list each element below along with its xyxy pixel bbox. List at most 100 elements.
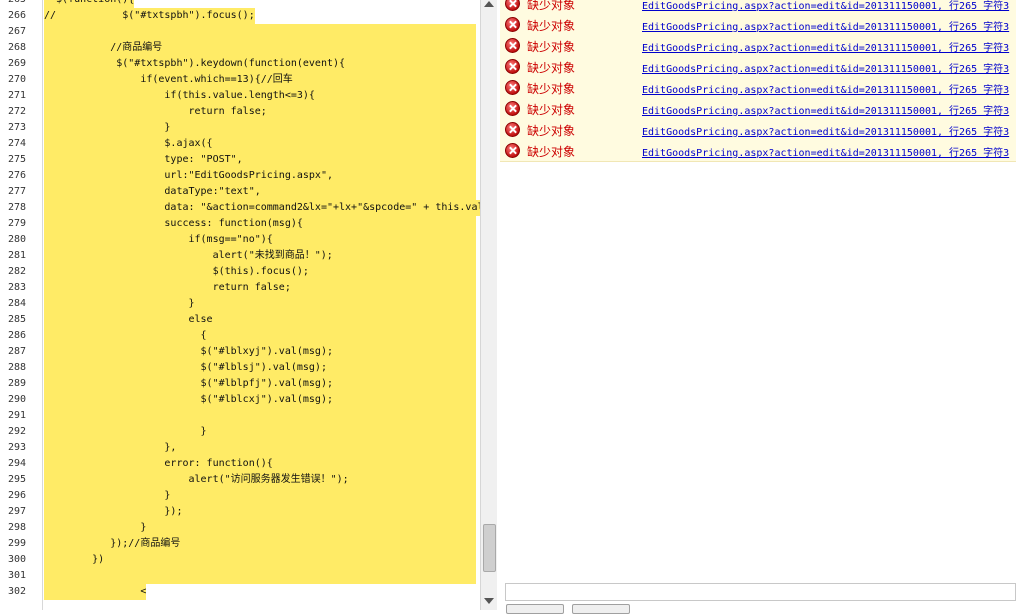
code-line[interactable]: }: [44, 424, 207, 440]
error-list-panel: 缺少对象 EditGoodsPricing.aspx?action=edit&id…: [500, 0, 1016, 610]
line-number: 299: [7, 538, 26, 549]
line-number: 272: [7, 106, 26, 117]
code-line[interactable]: alert("访问服务器发生错误！");: [44, 472, 349, 488]
line-number: 280: [7, 234, 26, 245]
error-source-link[interactable]: EditGoodsPricing.aspx?action=edit&id=201…: [642, 81, 1009, 96]
code-line[interactable]: type: "POST",: [44, 152, 243, 168]
line-number: 295: [7, 474, 26, 485]
code-line[interactable]: error: function(){: [44, 456, 273, 472]
line-number: 284: [7, 298, 26, 309]
error-row[interactable]: 缺少对象 EditGoodsPricing.aspx?action=edit&id…: [500, 35, 1016, 57]
error-row[interactable]: 缺少对象 EditGoodsPricing.aspx?action=edit&id…: [500, 140, 1016, 162]
code-line-text: type: "POST",: [44, 152, 243, 168]
code-line[interactable]: dataType:"text",: [44, 184, 261, 200]
error-description: 缺少对象: [527, 145, 576, 159]
error-row[interactable]: 缺少对象 EditGoodsPricing.aspx?action=edit&id…: [500, 77, 1016, 99]
error-source-link[interactable]: EditGoodsPricing.aspx?action=edit&id=201…: [642, 102, 1009, 117]
code-line-text: }): [44, 552, 105, 568]
code-line[interactable]: $(function(){: [44, 0, 135, 8]
scroll-up-arrow-icon[interactable]: [484, 1, 494, 7]
code-line[interactable]: $("#txtspbh").keydown(function(event){: [44, 56, 346, 72]
code-line-text: error: function(){: [44, 456, 273, 472]
code-line-text: }: [44, 424, 207, 440]
code-line[interactable]: }: [44, 120, 171, 136]
line-number: 293: [7, 442, 26, 453]
error-description: 缺少对象: [527, 40, 576, 54]
error-row[interactable]: 缺少对象 EditGoodsPricing.aspx?action=edit&id…: [500, 98, 1016, 120]
code-line[interactable]: $("#lblcxj").val(msg);: [44, 392, 333, 408]
code-line[interactable]: if(event.which==13){//回车: [44, 72, 293, 88]
error-row[interactable]: 缺少对象 EditGoodsPricing.aspx?action=edit&id…: [500, 119, 1016, 141]
code-line[interactable]: $("#lblsj").val(msg);: [44, 360, 327, 376]
scrollbar-thumb[interactable]: [483, 524, 496, 572]
line-number: 273: [7, 122, 26, 133]
error-source-link[interactable]: EditGoodsPricing.aspx?action=edit&id=201…: [642, 60, 1009, 75]
code-line[interactable]: if(this.value.length<=3){: [44, 88, 315, 104]
line-number: 301: [7, 570, 26, 581]
code-line[interactable]: //商品编号: [44, 40, 163, 56]
code-line[interactable]: // $("#txtspbh").focus();: [44, 8, 255, 24]
code-line[interactable]: }): [44, 552, 105, 568]
code-line[interactable]: else: [44, 312, 213, 328]
close-button[interactable]: [572, 604, 630, 614]
line-number: 302: [7, 586, 26, 597]
line-number: 269: [7, 58, 26, 69]
copy-button[interactable]: [506, 604, 564, 614]
error-row[interactable]: 缺少对象 EditGoodsPricing.aspx?action=edit&id…: [500, 14, 1016, 36]
scroll-down-arrow-icon[interactable]: [484, 598, 494, 604]
code-line[interactable]: alert("未找到商品！");: [44, 248, 333, 264]
code-line-text: $(this).focus();: [44, 264, 309, 280]
code-line[interactable]: return false;: [44, 280, 291, 296]
error-row[interactable]: 缺少对象 EditGoodsPricing.aspx?action=edit&id…: [500, 0, 1016, 15]
error-source-link[interactable]: EditGoodsPricing.aspx?action=edit&id=201…: [642, 39, 1009, 54]
code-line[interactable]: });: [44, 504, 183, 520]
line-number: 282: [7, 266, 26, 277]
code-line[interactable]: },: [44, 440, 177, 456]
error-description: 缺少对象: [527, 82, 576, 96]
error-source-link[interactable]: EditGoodsPricing.aspx?action=edit&id=201…: [642, 18, 1009, 33]
error-source-link[interactable]: EditGoodsPricing.aspx?action=edit&id=201…: [642, 144, 1009, 159]
code-line-text: }: [44, 520, 147, 536]
code-line[interactable]: $("#lblpfj").val(msg);: [44, 376, 333, 392]
error-source-link[interactable]: EditGoodsPricing.aspx?action=edit&id=201…: [642, 0, 1009, 12]
line-number: 279: [7, 218, 26, 229]
code-line[interactable]: url:"EditGoodsPricing.aspx",: [44, 168, 333, 184]
code-line-text: $.ajax({: [44, 136, 213, 152]
code-editor[interactable]: 265 266 267 268 269 270 271 272 273 274 275 276 277 2…: [0, 0, 480, 610]
line-number: 274: [7, 138, 26, 149]
line-number: 267: [7, 26, 26, 37]
code-line[interactable]: });//商品编号: [44, 536, 181, 552]
code-line-text: if(this.value.length<=3){: [44, 88, 315, 104]
error-row[interactable]: 缺少对象 EditGoodsPricing.aspx?action=edit&id…: [500, 56, 1016, 78]
code-line-text: if(event.which==13){//回车: [44, 72, 293, 88]
code-line[interactable]: {: [44, 328, 207, 344]
code-line[interactable]: <: [44, 584, 147, 600]
line-number: 268: [7, 42, 26, 53]
code-line-text: if(msg=="no"){: [44, 232, 273, 248]
code-line-text: data: "&action=command2&lx="+lx+"&spcode…: [44, 200, 480, 216]
line-number: 297: [7, 506, 26, 517]
code-line-text: });//商品编号: [44, 536, 181, 552]
code-line[interactable]: return false;: [44, 104, 267, 120]
code-line[interactable]: success: function(msg){: [44, 216, 303, 232]
code-line[interactable]: if(msg=="no"){: [44, 232, 273, 248]
code-line[interactable]: }: [44, 296, 195, 312]
code-line[interactable]: }: [44, 488, 171, 504]
code-line-text: },: [44, 440, 177, 456]
details-input[interactable]: [505, 583, 1016, 601]
line-number: 292: [7, 426, 26, 437]
code-line[interactable]: $(this).focus();: [44, 264, 309, 280]
line-number: 275: [7, 154, 26, 165]
code-line-text: $("#lblpfj").val(msg);: [44, 376, 333, 392]
code-line[interactable]: data: "&action=command2&lx="+lx+"&spcode…: [44, 200, 480, 216]
error-source-link[interactable]: EditGoodsPricing.aspx?action=edit&id=201…: [642, 123, 1009, 138]
error-description: 缺少对象: [527, 19, 576, 33]
error-icon: [505, 143, 520, 158]
line-number: 287: [7, 346, 26, 357]
code-line-text: dataType:"text",: [44, 184, 261, 200]
code-line[interactable]: $("#lblxyj").val(msg);: [44, 344, 333, 360]
line-number: 298: [7, 522, 26, 533]
code-line[interactable]: $.ajax({: [44, 136, 213, 152]
editor-vertical-scrollbar[interactable]: [480, 0, 497, 610]
code-line[interactable]: }: [44, 520, 147, 536]
